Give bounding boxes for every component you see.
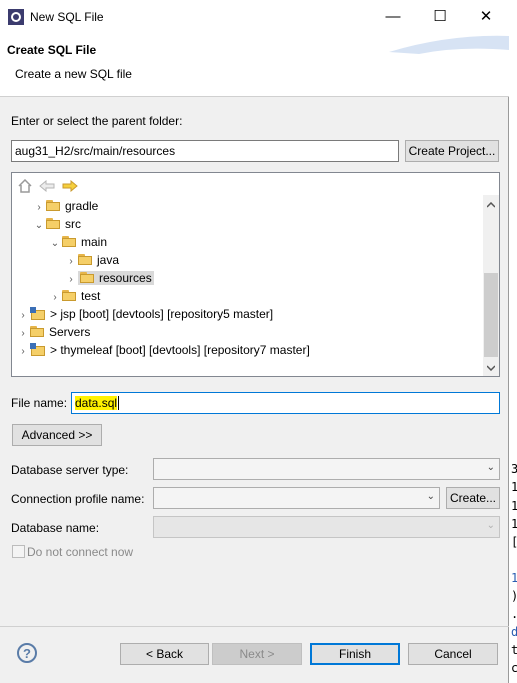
forward-arrow-icon[interactable] [62, 180, 78, 192]
scrollbar-thumb[interactable] [484, 273, 498, 357]
chevron-down-icon: ⌄ [486, 520, 495, 531]
folder-icon [62, 236, 77, 247]
tree-item-label: src [65, 217, 81, 231]
create-profile-button[interactable]: Create... [446, 487, 500, 509]
db-server-type-select[interactable]: ⌄ [153, 458, 500, 480]
file-name-input[interactable]: data.sql [71, 392, 500, 414]
no-connect-label: Do not connect now [27, 545, 134, 559]
eclipse-app-icon [8, 9, 24, 25]
background-text: 3 [511, 462, 517, 476]
background-text: t [511, 643, 517, 657]
background-text: 1 [511, 480, 517, 494]
tree-item-label: test [81, 289, 101, 303]
tree-item-label: java [97, 253, 120, 267]
wizard-title: Create SQL File [7, 43, 97, 57]
help-icon[interactable]: ? [17, 643, 37, 663]
background-text: ) [511, 589, 517, 603]
tree-item-servers[interactable]: › Servers [16, 323, 90, 341]
no-connect-checkbox[interactable] [12, 545, 25, 558]
tree-item-main[interactable]: ⌄ main [48, 233, 107, 251]
tree-item-gradle[interactable]: › gradle [32, 197, 98, 215]
banner-decoration [389, 35, 509, 54]
scroll-up-icon[interactable] [487, 202, 495, 208]
tree-item-thymeleaf[interactable]: › > thymeleaf [boot] [devtools] [reposito… [16, 341, 310, 359]
folder-icon [46, 218, 61, 229]
tree-item-src[interactable]: ⌄ src [32, 215, 81, 233]
back-arrow-icon[interactable] [39, 180, 55, 192]
dialog-window: New SQL File — ☐ ✕ Create SQL File Creat… [0, 0, 509, 683]
home-icon[interactable] [18, 179, 32, 193]
tree-item-test[interactable]: › test [48, 287, 100, 305]
project-icon [30, 343, 46, 356]
background-text: 1 [511, 517, 517, 531]
background-text: c [511, 661, 517, 675]
database-name-select[interactable]: ⌄ [153, 516, 500, 538]
open-folder-icon [80, 272, 95, 283]
next-button[interactable]: Next > [212, 643, 302, 665]
background-text: 1 [511, 571, 517, 585]
minimize-button[interactable]: — [370, 0, 416, 34]
tree-item-label: > jsp [boot] [devtools] [repository5 mas… [50, 307, 274, 321]
title-bar: New SQL File — ☐ ✕ [0, 0, 509, 34]
project-icon [30, 307, 46, 320]
create-project-button[interactable]: Create Project... [405, 140, 499, 162]
folder-icon [62, 290, 77, 301]
tree-item-label: resources [99, 271, 152, 285]
collapse-toggle-icon[interactable]: ⌄ [48, 235, 62, 253]
wizard-description: Create a new SQL file [15, 67, 132, 81]
chevron-down-icon: ⌄ [486, 462, 495, 473]
tree-item-java[interactable]: › java [64, 251, 119, 269]
background-text: [ [511, 535, 517, 549]
tree-item-label: > thymeleaf [boot] [devtools] [repositor… [50, 343, 310, 357]
collapse-toggle-icon[interactable]: ⌄ [32, 217, 46, 235]
background-text: . [511, 607, 517, 621]
footer-separator [0, 626, 509, 627]
cancel-button[interactable]: Cancel [408, 643, 498, 665]
tree-item-label: gradle [65, 199, 99, 213]
file-name-value: data.sql [75, 396, 118, 410]
expand-toggle-icon[interactable]: › [16, 343, 30, 361]
maximize-button[interactable]: ☐ [417, 0, 463, 34]
db-server-type-label: Database server type: [11, 463, 129, 477]
back-button[interactable]: < Back [120, 643, 209, 665]
chevron-down-icon: ⌄ [426, 491, 435, 502]
tree-item-label: Servers [49, 325, 91, 339]
file-name-label: File name: [11, 396, 68, 410]
tree-item-resources[interactable]: › resources [64, 269, 154, 287]
window-title: New SQL File [30, 10, 104, 24]
tree-item-jsp[interactable]: › > jsp [boot] [devtools] [repository5 ma… [16, 305, 273, 323]
connection-profile-label: Connection profile name: [11, 492, 145, 506]
folder-icon [46, 200, 61, 211]
scroll-down-icon[interactable] [487, 365, 495, 371]
wizard-banner: Create SQL File Create a new SQL file [0, 34, 509, 97]
parent-folder-label: Enter or select the parent folder: [11, 114, 183, 128]
parent-folder-input[interactable]: aug31_H2/src/main/resources [11, 140, 399, 162]
text-cursor [118, 396, 120, 410]
database-name-label: Database name: [11, 521, 100, 535]
background-text: 1 [511, 499, 517, 513]
tree-scrollbar[interactable] [483, 195, 499, 376]
folder-icon [78, 254, 93, 265]
advanced-button[interactable]: Advanced >> [12, 424, 102, 446]
finish-button[interactable]: Finish [310, 643, 400, 665]
close-button[interactable]: ✕ [463, 0, 509, 34]
folder-tree[interactable]: › gradle ⌄ src ⌄ main › java › resources › tes… [11, 172, 500, 377]
background-text: d [511, 625, 517, 639]
folder-icon [30, 326, 45, 337]
connection-profile-select[interactable]: ⌄ [153, 487, 440, 509]
tree-item-label: main [81, 235, 108, 249]
